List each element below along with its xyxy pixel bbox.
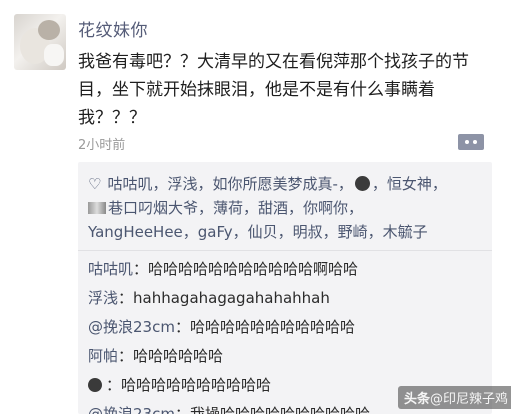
username[interactable]: 花纹妹你	[78, 16, 148, 41]
comment-item[interactable]: 浮浅：hahhagahagagahahahhah	[88, 286, 484, 311]
likes-list: ♡ 咕咕叽，浮浅，如你所愿美梦成真-， ，恒女神， 巷口叼烟大爷，薄荷，甜酒，你啊你…	[78, 162, 492, 251]
watermark-brand: 头条	[404, 392, 431, 407]
comment-text: hahhagahagagahahahhah	[133, 289, 330, 307]
avatar[interactable]	[14, 14, 66, 70]
likes-text-3[interactable]: 巷口叼烟大爷，薄荷，甜酒，你啊你，	[108, 199, 363, 217]
comment-item[interactable]: @挽浪23cm：哈哈哈哈哈哈哈哈哈哈哈	[88, 315, 484, 340]
comment-text: 哈哈哈哈哈哈哈哈哈哈哈	[189, 318, 355, 336]
comment-text: 哈哈哈哈哈哈哈哈哈哈哈啊哈哈	[148, 260, 359, 278]
likes-text-4[interactable]: YangHeeHee，gaFy，仙贝，明叔，野崎，木毓子	[88, 223, 428, 241]
comment-text: 哈哈哈哈哈哈	[133, 347, 224, 365]
comment-author[interactable]: @挽浪23cm	[88, 405, 175, 414]
comment-icon[interactable]	[458, 134, 484, 150]
comment-item[interactable]: 咕咕叽：哈哈哈哈哈哈哈哈哈哈哈啊哈哈	[88, 257, 484, 282]
comment-text: 我操哈哈哈哈哈哈哈哈哈哈	[189, 405, 370, 414]
watermark-account: @印尼辣子鸡	[430, 392, 509, 407]
commenter-avatar-icon[interactable]	[88, 378, 102, 392]
watermark: 头条@印尼辣子鸡	[398, 386, 511, 409]
comment-item[interactable]: 阿帕：哈哈哈哈哈哈	[88, 344, 484, 369]
moment-post: 花纹妹你 我爸有毒吧？？大清早的又在看倪萍那个找孩子的节目，坐下就开始抹眼泪，他…	[0, 0, 511, 414]
heart-icon: ♡	[88, 175, 102, 193]
comment-text: 哈哈哈哈哈哈哈哈哈哈	[121, 376, 272, 394]
likes-text-1[interactable]: 咕咕叽，浮浅，如你所愿美梦成真-，	[107, 175, 352, 193]
comment-author[interactable]: 咕咕叽	[88, 260, 133, 278]
liker-image-icon	[88, 202, 106, 214]
post-content: 我爸有毒吧？？大清早的又在看倪萍那个找孩子的节目，坐下就开始抹眼泪，他是不是有什…	[78, 52, 469, 128]
comment-author[interactable]: @挽浪23cm	[88, 318, 175, 336]
post-time: 2小时前	[78, 138, 126, 153]
likes-text-2[interactable]: ，恒女神，	[372, 175, 447, 193]
liker-avatar-icon[interactable]	[354, 176, 370, 191]
likes-comments-panel: ♡ 咕咕叽，浮浅，如你所愿美梦成真-， ，恒女神， 巷口叼烟大爷，薄荷，甜酒，你啊你…	[78, 162, 492, 414]
comment-author[interactable]: 阿帕	[88, 347, 118, 365]
comment-author[interactable]: 浮浅	[88, 289, 118, 307]
